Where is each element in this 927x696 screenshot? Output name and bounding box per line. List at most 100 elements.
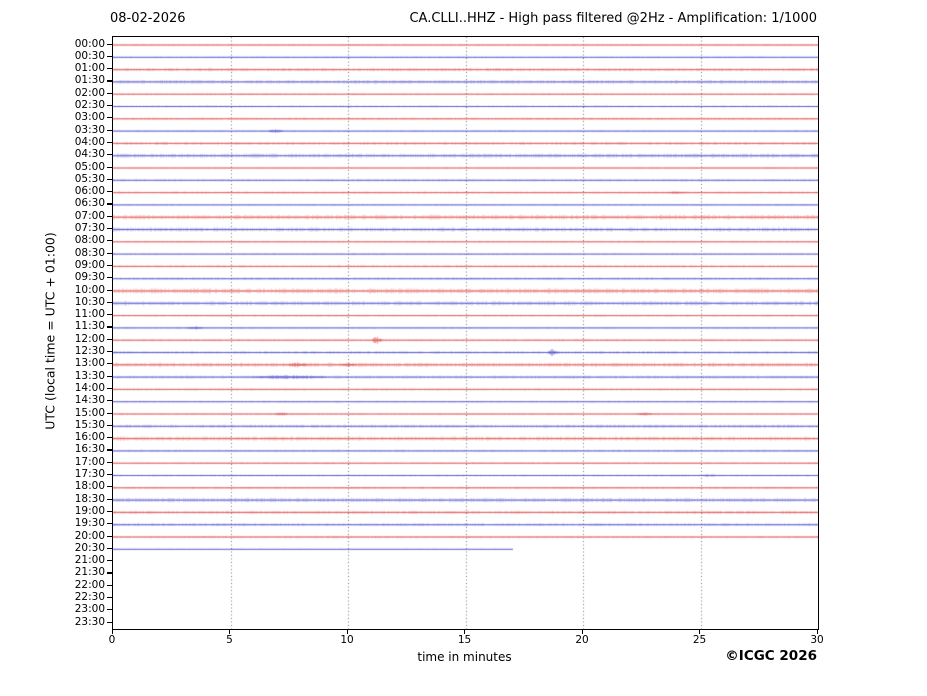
y-tick-label: 03:00 bbox=[74, 111, 105, 124]
y-tick-label: 09:30 bbox=[74, 271, 105, 284]
y-tick-label: 18:30 bbox=[74, 492, 105, 505]
y-tick-mark bbox=[107, 498, 112, 500]
y-tick-label: 03:30 bbox=[74, 123, 105, 136]
y-tick-label: 21:00 bbox=[74, 554, 105, 567]
y-tick-label: 16:00 bbox=[74, 431, 105, 444]
y-tick-mark bbox=[107, 486, 112, 488]
y-tick-mark bbox=[107, 461, 112, 463]
y-tick-mark bbox=[107, 375, 112, 377]
y-tick-label: 00:30 bbox=[74, 49, 105, 62]
y-tick-mark bbox=[107, 129, 112, 131]
y-tick-mark bbox=[107, 584, 112, 586]
y-tick-mark bbox=[107, 55, 112, 57]
y-tick-label: 07:00 bbox=[74, 209, 105, 222]
y-tick-label: 23:00 bbox=[74, 603, 105, 616]
y-tick-mark bbox=[107, 437, 112, 439]
y-tick-mark bbox=[107, 264, 112, 267]
y-tick-label: 08:00 bbox=[74, 234, 105, 247]
y-tick-mark bbox=[107, 191, 112, 193]
y-tick-mark bbox=[107, 560, 112, 562]
y-tick-mark bbox=[107, 609, 112, 611]
y-tick-label: 07:30 bbox=[74, 222, 105, 234]
y-tick-mark bbox=[107, 228, 112, 230]
y-tick-mark bbox=[107, 597, 112, 599]
x-tick-label: 0 bbox=[108, 634, 116, 646]
y-tick-label: 19:00 bbox=[74, 504, 105, 517]
y-tick-mark bbox=[107, 547, 112, 549]
y-tick-mark bbox=[107, 363, 112, 365]
copyright-label: ©ICGC 2026 bbox=[725, 648, 817, 664]
y-tick-label: 20:00 bbox=[74, 529, 105, 542]
plot-area bbox=[112, 36, 819, 630]
x-tick-label: 5 bbox=[226, 634, 233, 646]
y-tick-label: 20:30 bbox=[74, 541, 105, 554]
y-tick-mark bbox=[107, 387, 112, 390]
y-tick-mark bbox=[107, 215, 112, 217]
y-tick-label: 04:30 bbox=[74, 148, 105, 161]
y-tick-mark bbox=[107, 105, 112, 107]
y-tick-mark bbox=[107, 351, 112, 353]
y-tick-label: 22:00 bbox=[74, 578, 105, 591]
y-tick-mark bbox=[107, 314, 112, 316]
helicorder-figure: 08-02-2026 CA.CLLI..HHZ - High pass filt… bbox=[0, 0, 927, 696]
y-tick-label: 08:30 bbox=[74, 246, 105, 259]
y-tick-label: 10:30 bbox=[74, 295, 105, 308]
y-tick-label: 17:30 bbox=[74, 468, 105, 480]
y-tick-label: 14:00 bbox=[74, 381, 105, 394]
y-tick-label: 18:00 bbox=[74, 480, 105, 493]
x-tick-label: 10 bbox=[340, 634, 354, 646]
y-tick-mark bbox=[107, 117, 112, 119]
date-label: 08-02-2026 bbox=[110, 11, 186, 26]
y-tick-mark bbox=[107, 252, 112, 254]
y-tick-label: 22:30 bbox=[74, 591, 105, 603]
y-tick-label: 12:00 bbox=[74, 332, 105, 345]
y-tick-label: 04:00 bbox=[74, 135, 105, 148]
x-tick-label: 30 bbox=[810, 634, 824, 646]
y-tick-mark bbox=[107, 68, 112, 70]
y-tick-label: 11:00 bbox=[74, 308, 105, 321]
y-tick-label: 01:00 bbox=[74, 62, 105, 75]
y-tick-mark bbox=[107, 289, 112, 291]
y-tick-mark bbox=[107, 43, 112, 45]
y-tick-mark bbox=[107, 510, 112, 513]
y-tick-mark bbox=[107, 301, 112, 303]
y-tick-label: 02:00 bbox=[74, 86, 105, 99]
y-tick-mark bbox=[107, 141, 112, 144]
x-tick-label: 25 bbox=[692, 634, 707, 646]
y-tick-mark bbox=[107, 80, 112, 82]
y-tick-label: 02:30 bbox=[74, 99, 105, 111]
y-tick-label: 05:30 bbox=[74, 172, 105, 185]
chart-title: CA.CLLI..HHZ - High pass filtered @2Hz -… bbox=[409, 11, 817, 26]
y-tick-mark bbox=[107, 154, 112, 156]
y-tick-mark bbox=[107, 92, 112, 94]
y-tick-mark bbox=[107, 572, 112, 574]
y-tick-label: 13:00 bbox=[74, 357, 105, 370]
y-tick-mark bbox=[107, 166, 112, 168]
y-tick-label: 06:30 bbox=[74, 197, 105, 210]
y-tick-label: 00:00 bbox=[74, 37, 105, 50]
y-tick-label: 19:30 bbox=[74, 517, 105, 530]
x-tick-label: 15 bbox=[457, 634, 472, 646]
y-tick-mark bbox=[107, 621, 112, 623]
y-tick-label: 15:30 bbox=[74, 418, 105, 431]
y-tick-mark bbox=[107, 203, 112, 205]
y-tick-label: 17:00 bbox=[74, 455, 105, 468]
y-tick-label: 21:30 bbox=[74, 566, 105, 579]
x-axis-title: time in minutes bbox=[417, 650, 512, 664]
y-tick-mark bbox=[107, 178, 112, 180]
y-tick-label: 14:30 bbox=[74, 394, 105, 407]
seismogram-traces-canvas bbox=[113, 37, 818, 629]
y-tick-label: 13:30 bbox=[74, 369, 105, 382]
y-tick-mark bbox=[107, 449, 112, 451]
y-tick-label: 01:30 bbox=[74, 74, 105, 87]
y-tick-mark bbox=[107, 400, 112, 402]
y-tick-label: 05:00 bbox=[74, 160, 105, 173]
y-tick-mark bbox=[107, 326, 112, 328]
y-tick-label: 06:00 bbox=[74, 185, 105, 198]
y-tick-label: 12:30 bbox=[74, 345, 105, 357]
y-tick-mark bbox=[107, 474, 112, 476]
y-tick-mark bbox=[107, 412, 112, 414]
y-tick-mark bbox=[107, 338, 112, 340]
y-tick-label: 16:30 bbox=[74, 443, 105, 456]
y-tick-label: 11:30 bbox=[74, 320, 105, 333]
